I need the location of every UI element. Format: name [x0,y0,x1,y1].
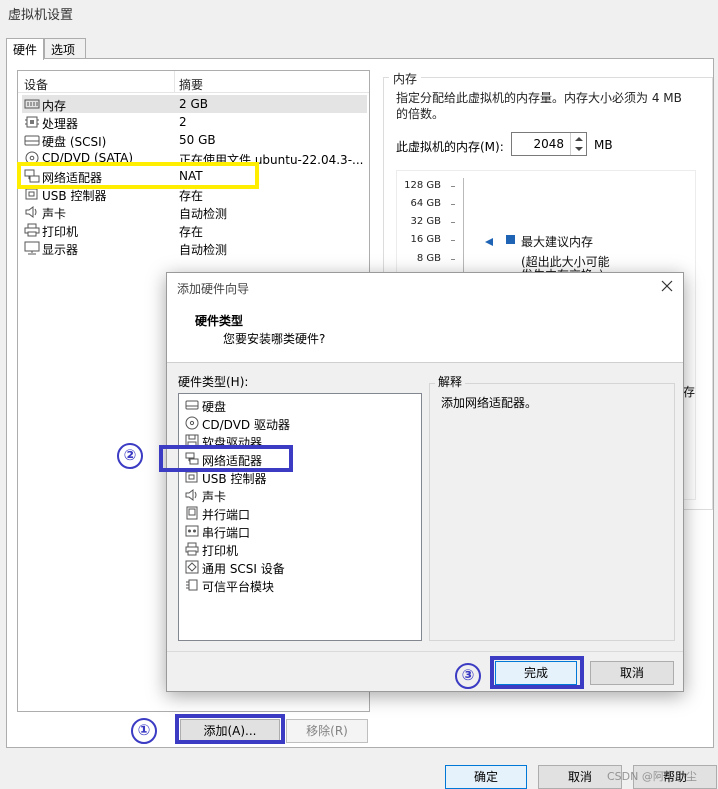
window-title: 虚拟机设置 [8,8,74,23]
hw-item-label: 硬盘 [202,400,227,414]
memory-description: 指定分配给此虚拟机的内存量。内存大小必须为 4 MB 的倍数。 [396,91,682,121]
step-badge-3: ③ [455,663,481,689]
tpm-icon [185,578,199,592]
device-summary: 2 [179,115,187,129]
hw-item-label: 并行端口 [202,508,251,522]
explanation-group [429,383,675,641]
hw-item-parallel-port[interactable]: 并行端口 [183,504,419,522]
serial-port-icon [185,524,199,538]
ok-button[interactable]: 确定 [445,765,527,789]
step-badge-2: ② [117,443,143,469]
hw-item-label: 打印机 [202,544,239,558]
header-device: 设备 [24,78,49,92]
explanation-text: 添加网络适配器。 [441,396,538,410]
max-recommended-arrow-icon [484,237,494,247]
device-summary: 50 GB [179,133,216,147]
memory-icon [24,97,40,111]
watermark: CSDN @阿牛小尘 [607,770,697,783]
dialog-titlebar: 添加硬件向导 [167,273,683,301]
device-name: 内存 [42,99,67,113]
memory-spinner[interactable]: 2048 [511,132,587,156]
dialog-heading: 硬件类型 [195,314,244,328]
dialog-subheading: 您要安装哪类硬件? [223,332,326,346]
device-summary: 自动检测 [179,207,228,221]
printer-icon [185,542,199,556]
scale-label-128gb: 128 GB [404,180,441,191]
hw-item-label: 可信平台模块 [202,580,275,594]
device-name: USB 控制器 [42,189,107,203]
hw-item-label: 通用 SCSI 设备 [202,562,285,576]
scale-label-64gb: 64 GB [410,198,441,209]
device-row-printer[interactable]: 打印机 存在 [22,221,367,239]
device-name: 声卡 [42,207,67,221]
hw-item-cd-dvd[interactable]: CD/DVD 驱动器 [183,414,419,432]
hw-item-scsi[interactable]: 通用 SCSI 设备 [183,558,419,576]
device-name: 处理器 [42,117,79,131]
explanation-title: 解释 [435,373,466,390]
hard-disk-icon [24,133,40,147]
device-summary: 2 GB [179,97,208,111]
dialog-header: 硬件类型 您要安装哪类硬件? [167,301,683,363]
hw-item-label: USB 控制器 [202,472,267,486]
highlight-add-button [175,714,285,744]
speaker-icon [24,205,40,219]
header-summary: 摘要 [179,78,204,92]
printer-icon [24,223,40,237]
close-icon[interactable] [661,280,673,292]
scale-label-8gb: 8 GB [416,253,441,264]
hw-item-tpm[interactable]: 可信平台模块 [183,576,419,594]
max-recommended-label: 最大建议内存 [521,235,594,249]
device-row-display[interactable]: 显示器 自动检测 [22,239,367,257]
hw-item-sound[interactable]: 声卡 [183,486,419,504]
hardware-type-label: 硬件类型(H): [178,375,249,389]
hw-item-label: 声卡 [202,490,227,504]
memory-unit: MB [594,138,613,152]
add-hardware-wizard-dialog: 添加硬件向导 硬件类型 您要安装哪类硬件? 硬件类型(H): 硬盘 CD/DVD… [166,272,684,692]
highlight-network-row [17,162,259,189]
device-row-hard-disk[interactable]: 硬盘 (SCSI) 50 GB [22,131,367,149]
step-badge-1: ① [131,718,157,744]
device-summary: 自动检测 [179,243,228,257]
remove-button[interactable]: 移除(R) [286,719,368,743]
scale-label-32gb: 32 GB [410,216,441,227]
hard-disk-icon [185,398,199,412]
monitor-icon [24,241,40,255]
memory-text-cut: 存 [683,385,696,399]
memory-field-label: 此虚拟机的内存(M): [396,140,504,154]
hw-item-hard-disk[interactable]: 硬盘 [183,396,419,414]
tab-hardware[interactable]: 硬件 [6,38,44,60]
memory-value: 2048 [533,137,564,151]
hardware-type-list: 硬盘 CD/DVD 驱动器 软盘驱动器 网络适配器 USB 控制器 声卡 并行端… [178,393,422,641]
device-name: 打印机 [42,225,79,239]
device-row-memory[interactable]: 内存 2 GB [22,95,367,113]
device-name: 硬盘 (SCSI) [42,135,107,149]
memory-group-title: 内存 [389,70,422,87]
hw-item-label: 串行端口 [202,526,251,540]
hw-item-printer[interactable]: 打印机 [183,540,419,558]
speaker-icon [185,488,199,502]
device-list-header: 设备 摘要 [18,71,369,93]
memory-stepper[interactable] [570,133,586,155]
usb-icon [24,187,40,201]
device-row-processor[interactable]: 处理器 2 [22,113,367,131]
device-row-sound[interactable]: 声卡 自动检测 [22,203,367,221]
cd-icon [185,416,199,430]
hw-item-serial-port[interactable]: 串行端口 [183,522,419,540]
device-summary: 存在 [179,225,204,239]
device-summary: 存在 [179,189,204,203]
dialog-title: 添加硬件向导 [177,282,250,296]
max-recommended-marker-icon [506,235,515,244]
dialog-cancel-button[interactable]: 取消 [590,661,674,685]
scale-label-16gb: 16 GB [410,234,441,245]
scsi-icon [185,560,199,574]
highlight-finish-button [490,656,584,689]
device-name: 显示器 [42,243,79,257]
hw-item-label: CD/DVD 驱动器 [202,418,290,432]
usb-icon [185,470,199,484]
cpu-icon [24,115,40,129]
parallel-port-icon [185,506,199,520]
tab-options[interactable]: 选项 [44,38,86,59]
highlight-network-item [159,445,293,472]
